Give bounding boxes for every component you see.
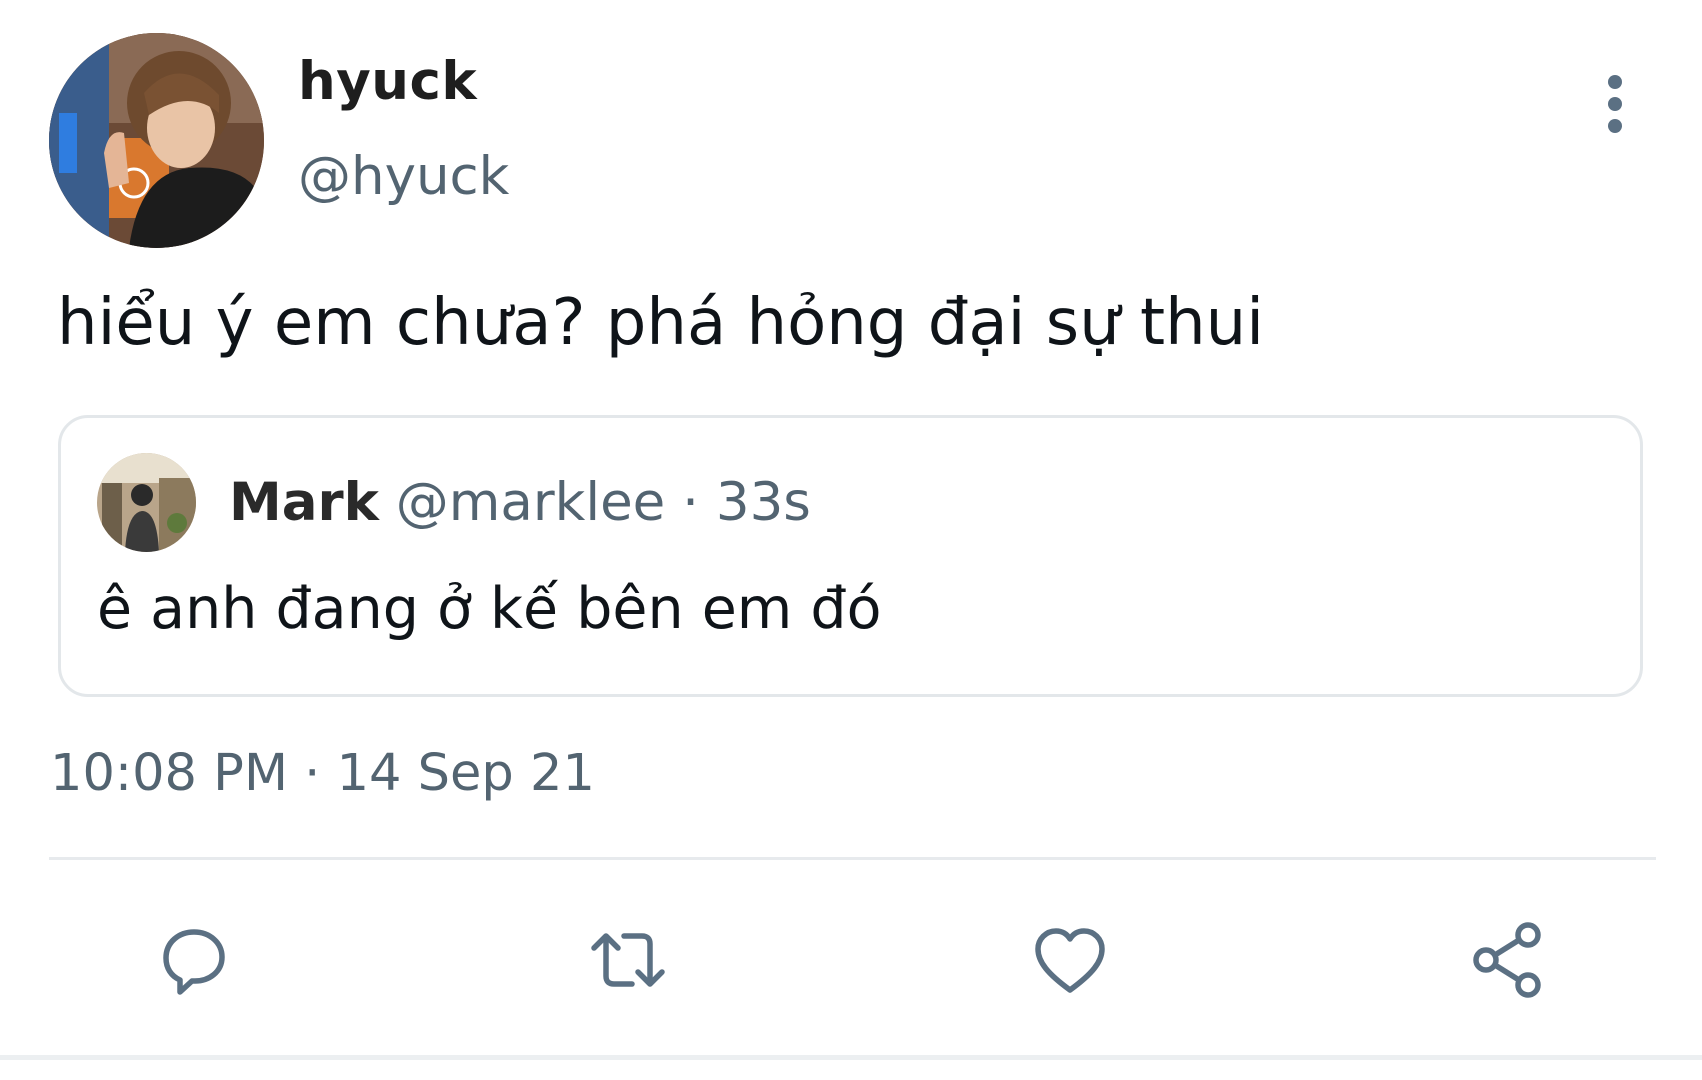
tweet-card: hyuck @hyuck hiểu ý em chưa? phá hỏng đạ… [0,0,1702,1080]
author-avatar-image [49,33,264,248]
tweet-timestamp[interactable]: 10:08 PM · 14 Sep 21 [50,742,595,806]
quoted-tweet[interactable]: Mark @marklee · 33s ê anh đang ở kế bên … [58,415,1643,697]
quoted-time[interactable]: 33s [716,472,811,533]
quoted-separator: · [682,472,699,533]
share-button[interactable] [1466,918,1550,1002]
tweet-text: hiểu ý em chưa? phá hỏng đại sự thui [57,286,1264,360]
share-icon [1473,922,1541,998]
author-handle[interactable]: @hyuck [298,145,509,209]
quoted-header: Mark @marklee · 33s [229,471,811,535]
author-avatar[interactable] [49,33,264,248]
more-options-icon[interactable] [1597,72,1633,136]
retweet-button[interactable] [586,918,670,1002]
bottom-separator [0,1055,1702,1060]
retweet-icon [591,933,665,987]
reply-button[interactable] [152,918,236,1002]
reply-icon [163,929,225,995]
like-button[interactable] [1028,918,1112,1002]
divider [49,857,1656,860]
quoted-author-name[interactable]: Mark [229,472,379,533]
quoted-text: ê anh đang ở kế bên em đó [97,576,882,642]
quoted-author-handle[interactable]: @marklee [396,472,666,533]
quoted-avatar-image [97,453,196,552]
quoted-author-avatar[interactable] [97,453,196,552]
like-icon [1035,928,1105,993]
author-name[interactable]: hyuck [298,50,477,114]
